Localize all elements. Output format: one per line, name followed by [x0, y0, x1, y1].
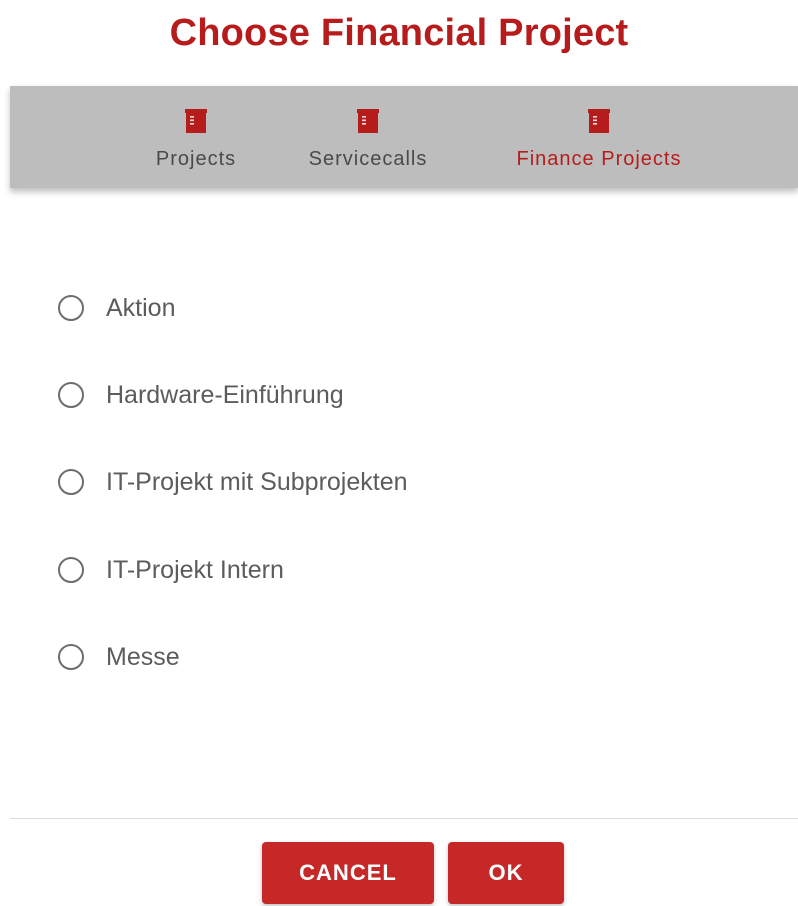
choose-project-dialog: Choose Financial Project Projects Servic… — [0, 0, 798, 906]
radio-option-label: Messe — [106, 642, 180, 671]
radio-button[interactable] — [58, 557, 84, 583]
footer-divider — [10, 818, 798, 819]
tab-projects[interactable]: Projects — [128, 86, 264, 188]
dialog-title: Choose Financial Project — [169, 12, 629, 54]
tab-label: Servicecalls — [308, 148, 428, 170]
clipboard-icon — [588, 109, 610, 133]
tab-bar: Projects Servicecalls Finance Projects — [10, 86, 798, 188]
radio-option-messe[interactable]: Messe — [58, 637, 180, 677]
radio-option-it-projekt-mit-subprojekten[interactable]: IT-Projekt mit Subprojekten — [58, 462, 408, 502]
radio-option-label: IT-Projekt mit Subprojekten — [106, 467, 408, 496]
radio-option-aktion[interactable]: Aktion — [58, 288, 175, 328]
tab-finance-projects[interactable]: Finance Projects — [488, 86, 710, 188]
clipboard-icon — [357, 109, 379, 133]
radio-option-label: Aktion — [106, 293, 176, 322]
tab-label: Finance Projects — [516, 148, 682, 170]
radio-option-label: IT-Projekt Intern — [106, 555, 284, 584]
tab-servicecalls[interactable]: Servicecalls — [286, 86, 450, 188]
cancel-button[interactable]: CANCEL — [262, 842, 434, 904]
clipboard-icon — [185, 109, 207, 133]
tab-label: Projects — [155, 148, 237, 170]
radio-button[interactable] — [58, 469, 84, 495]
radio-button[interactable] — [58, 295, 84, 321]
ok-button[interactable]: OK — [448, 842, 564, 904]
radio-button[interactable] — [58, 644, 84, 670]
radio-option-it-projekt-intern[interactable]: IT-Projekt Intern — [58, 550, 284, 590]
radio-option-hardware-einfuehrung[interactable]: Hardware-Einführung — [58, 375, 344, 415]
radio-option-label: Hardware-Einführung — [106, 380, 344, 409]
radio-button[interactable] — [58, 382, 84, 408]
